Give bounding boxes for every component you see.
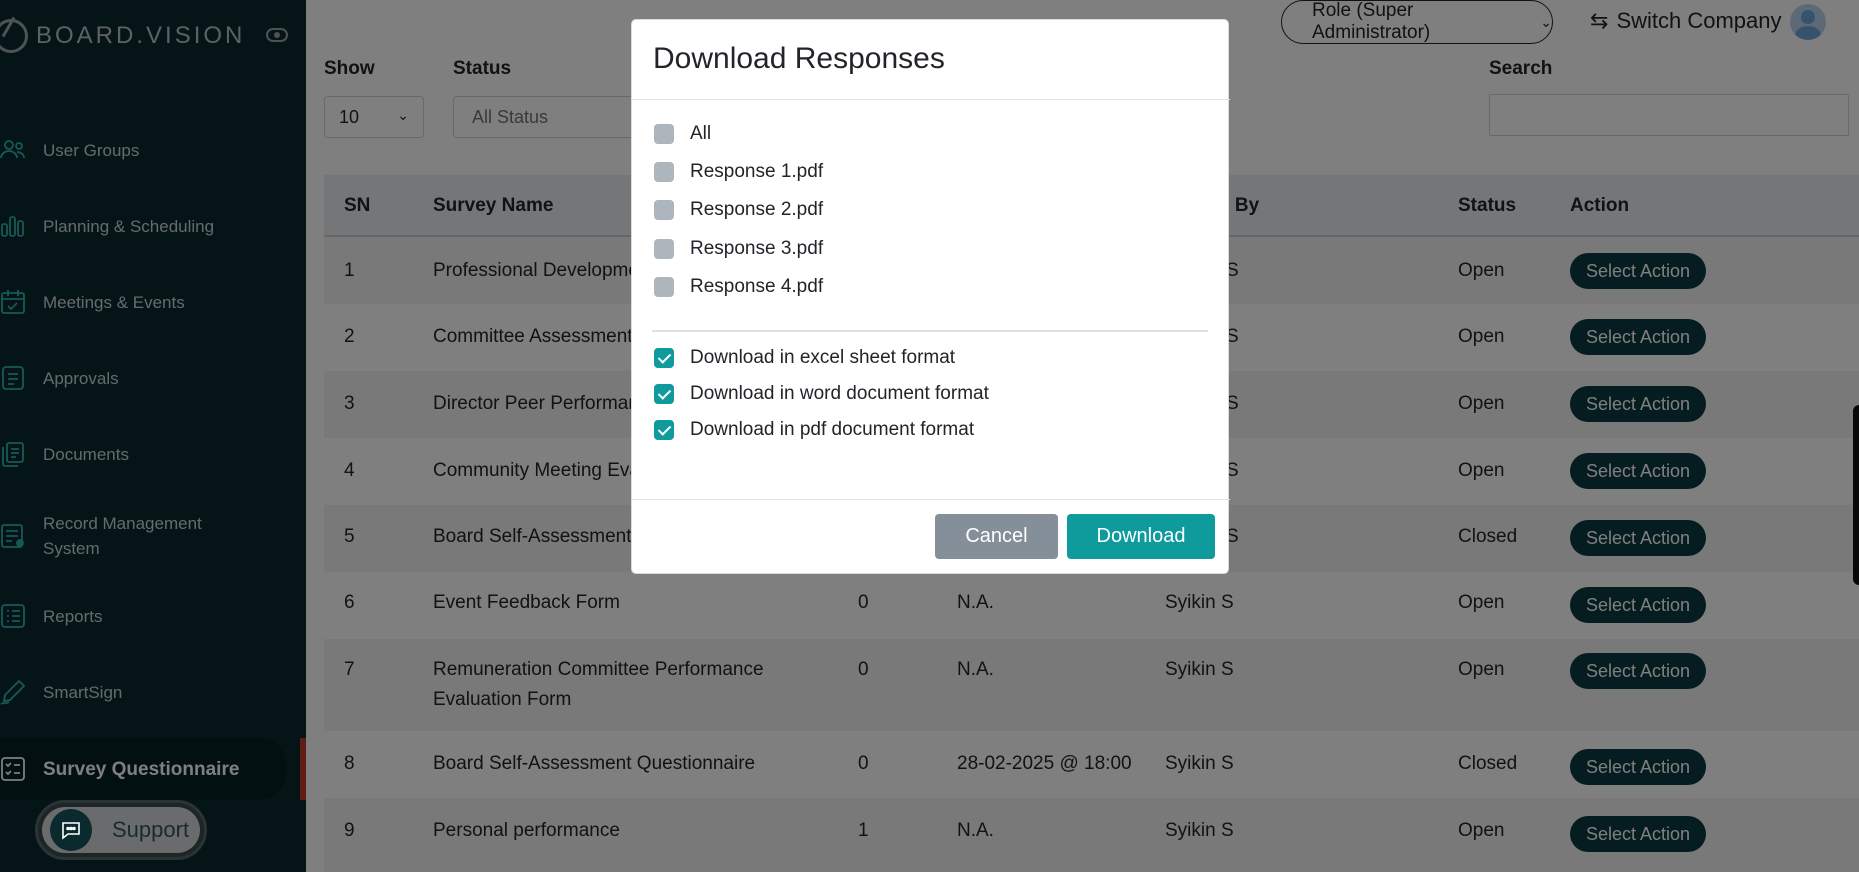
support-label: Support [112,817,190,842]
file-option-label: Response 2.pdf [690,199,824,220]
format-option-excel[interactable] [654,348,674,368]
file-option-label: Response 1.pdf [690,161,824,182]
file-option-response-4[interactable] [654,277,674,297]
file-option-label: All [690,123,712,144]
format-option-label: Download in excel sheet format [690,347,956,368]
checkbox[interactable] [654,162,674,182]
checkbox-checked[interactable] [654,420,674,440]
checkbox[interactable] [654,200,674,220]
modal-divider [652,330,1208,332]
file-option-label: Response 4.pdf [690,276,824,297]
format-option-label: Download in pdf document format [690,419,975,440]
checkbox[interactable] [654,277,674,297]
file-option-label: Response 3.pdf [690,238,824,259]
cancel-button[interactable]: Cancel [935,514,1058,559]
modal-footer: Cancel Download [632,499,1230,575]
chat-icon [50,809,92,851]
file-option-response-3[interactable] [654,239,674,259]
modal-header: Download Responses [632,20,1230,100]
format-option-pdf[interactable] [654,420,674,440]
modal-title: Download Responses [653,42,945,75]
format-option-label: Download in word document format [690,383,989,404]
checkbox[interactable] [654,124,674,144]
checkbox[interactable] [654,239,674,259]
file-option-response-2[interactable] [654,200,674,220]
file-option-response-1[interactable] [654,162,674,182]
download-responses-modal: Download Responses All Response 1.pdf Re… [631,19,1230,575]
format-option-word[interactable] [654,384,674,404]
file-option-all[interactable] [654,124,674,144]
download-button[interactable]: Download [1067,514,1215,559]
checkbox-checked[interactable] [654,348,674,368]
checkbox-checked[interactable] [654,384,674,404]
